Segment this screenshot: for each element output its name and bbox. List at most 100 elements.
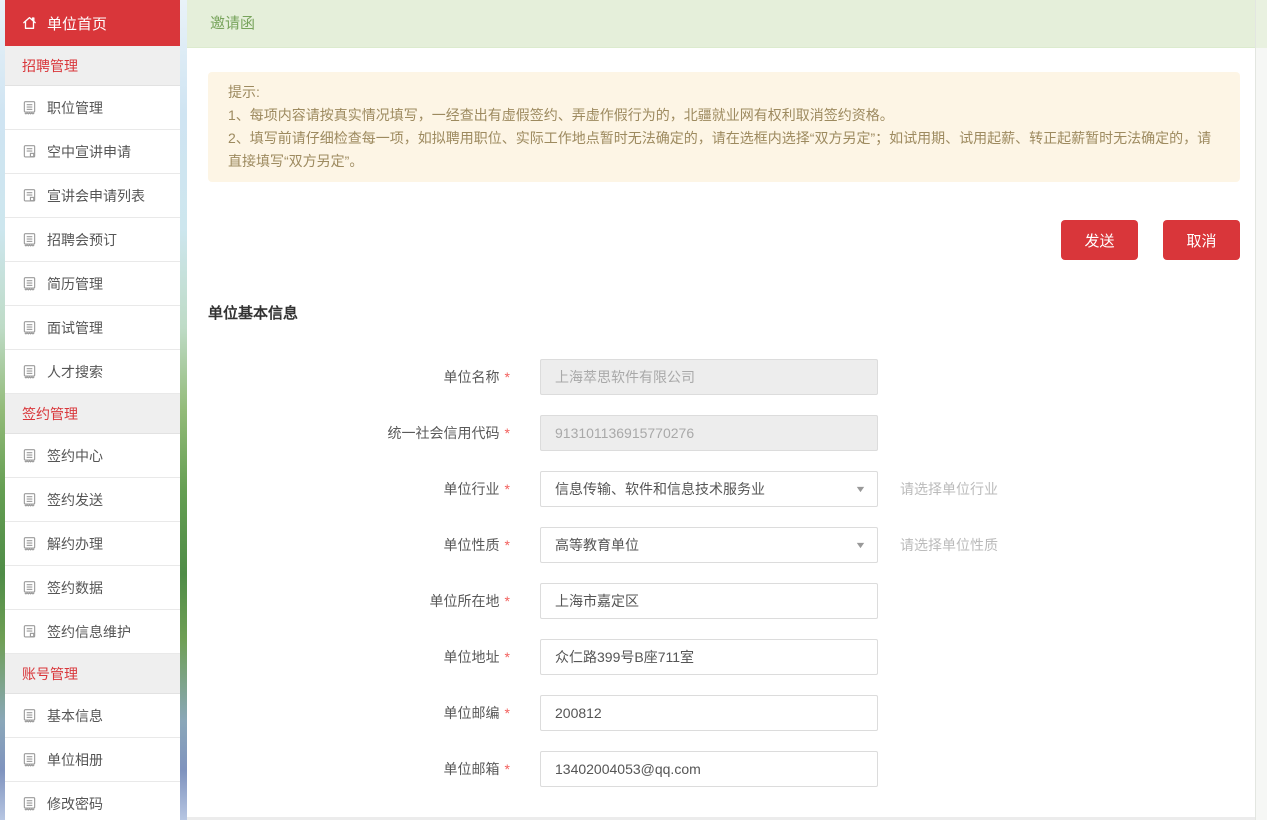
action-bar: 发送 取消 [187,220,1240,260]
sidebar-item-label: 空中宣讲申请 [47,142,131,162]
field-label: 单位所在地* [187,591,510,611]
document-icon [22,320,37,335]
field-label-text: 单位行业 [444,481,500,497]
field-label-text: 单位邮编 [444,705,500,721]
sidebar-item-signing-send[interactable]: 签约发送 [5,478,180,522]
document-icon [22,232,37,247]
required-asterisk: * [505,705,510,721]
section-title-text: 账号管理 [22,664,78,684]
sidebar-item-label: 单位相册 [47,750,103,770]
document-icon [22,536,37,551]
sidebar-item-resume-management[interactable]: 简历管理 [5,262,180,306]
field-label: 单位行业 * [187,479,510,499]
required-asterisk: * [505,649,510,665]
sidebar-item-label: 面试管理 [47,318,103,338]
required-asterisk: * [505,537,510,553]
nature-hint: 请选择单位性质 [900,535,998,555]
notice-title: 提示: [228,81,1216,104]
main-panel: 邀请函 提示: 1、每项内容请按真实情况填写，一经查出有虚假签约、弄虚作假行为的… [187,0,1255,820]
required-asterisk: * [505,481,510,497]
send-button[interactable]: 发送 [1061,220,1138,260]
company-name-input [540,359,878,395]
document-icon [22,752,37,767]
nature-select[interactable]: 高等教育单位 ▼ [540,527,878,563]
sidebar-item-signing-data[interactable]: 签约数据 [5,566,180,610]
field-label-text: 统一社会信用代码 [388,425,500,441]
required-asterisk: * [505,761,510,777]
address-input[interactable] [540,639,878,675]
company-info-form: 单位名称* 统一社会信用代码* 单位行业* 信息传输、软件和信息技术服务业 ▼ … [187,359,1255,787]
form-row-email: 单位邮箱 * [187,751,1255,787]
form-row-nature: 单位性质 * 高等教育单位 ▼ 请选择单位性质 [187,527,1255,563]
sidebar-item-basic-info[interactable]: 基本信息 [5,694,180,738]
field-label: 统一社会信用代码 * [187,423,510,443]
scrollbar-track[interactable] [1255,0,1267,820]
sidebar-item-label: 人才搜索 [47,362,103,382]
sidebar-item-label: 签约信息维护 [47,622,131,642]
document-icon [22,188,37,203]
sidebar-item-interview-management[interactable]: 面试管理 [5,306,180,350]
section-title-text: 签约管理 [22,404,78,424]
section-title-text: 招聘管理 [22,56,78,76]
form-row-company-name: 单位名称 * [187,359,1255,395]
sidebar-item-label: 解约办理 [47,534,103,554]
sidebar-home-button[interactable]: 单位首页 [5,0,180,46]
field-label: 单位性质 * [187,535,510,555]
notice-line-2: 2、填写前请仔细检查每一项，如拟聘用职位、实际工作地点暂时无法确定的，请在选框内… [228,127,1216,173]
document-icon [22,796,37,811]
field-label: 单位名称 * [187,367,510,387]
required-asterisk: * [505,369,510,385]
home-icon [21,15,38,31]
required-asterisk: * [505,593,510,609]
sidebar-item-label: 职位管理 [47,98,103,118]
sidebar-item-signing-info-maintenance[interactable]: 签约信息维护 [5,610,180,654]
sidebar-item-air-presentation-apply[interactable]: 空中宣讲申请 [5,130,180,174]
field-label-text: 单位邮箱 [444,761,500,777]
sidebar-item-signing-center[interactable]: 签约中心 [5,434,180,478]
cancel-button[interactable]: 取消 [1163,220,1240,260]
chevron-down-icon: ▼ [854,484,866,494]
location-input[interactable] [540,583,878,619]
industry-hint: 请选择单位行业 [900,479,998,499]
nature-select-value: 高等教育单位 [555,535,639,555]
sidebar-item-talent-search[interactable]: 人才搜索 [5,350,180,394]
sidebar-section-recruitment: 招聘管理 [5,46,180,86]
document-icon [22,144,37,159]
field-label-text: 单位地址 [444,649,500,665]
document-icon [22,624,37,639]
field-label: 单位地址 * [187,647,510,667]
sidebar-item-termination-handling[interactable]: 解约办理 [5,522,180,566]
sidebar-item-label: 招聘会预订 [47,230,117,250]
field-label-text: 单位名称 [444,369,500,385]
required-asterisk: * [505,425,510,441]
sidebar-item-change-password[interactable]: 修改密码 [5,782,180,820]
chevron-down-icon: ▼ [854,540,866,550]
postcode-input[interactable] [540,695,878,731]
sidebar-item-presentation-apply-list[interactable]: 宣讲会申请列表 [5,174,180,218]
field-label: 单位邮箱 * [187,759,510,779]
industry-select-value: 信息传输、软件和信息技术服务业 [555,479,765,499]
sidebar-item-label: 签约中心 [47,446,103,466]
email-input[interactable] [540,751,878,787]
sidebar-section-signing: 签约管理 [5,394,180,434]
document-icon [22,100,37,115]
form-row-address: 单位地址 * [187,639,1255,675]
page-title: 邀请函 [187,0,1255,48]
field-label-text: 单位性质 [444,537,500,553]
document-icon [22,492,37,507]
sidebar-item-job-management[interactable]: 职位管理 [5,86,180,130]
sidebar-home-label: 单位首页 [47,13,107,34]
form-section-title: 单位基本信息 [208,302,1255,323]
notice-box: 提示: 1、每项内容请按真实情况填写，一经查出有虚假签约、弄虚作假行为的，北疆就… [208,72,1240,182]
document-icon [22,580,37,595]
form-row-postcode: 单位邮编 * [187,695,1255,731]
sidebar-section-account: 账号管理 [5,654,180,694]
industry-select[interactable]: 信息传输、软件和信息技术服务业 ▼ [540,471,878,507]
credit-code-input [540,415,878,451]
field-label: 单位邮编 * [187,703,510,723]
sidebar-item-company-album[interactable]: 单位相册 [5,738,180,782]
form-row-credit-code: 统一社会信用代码 * [187,415,1255,451]
sidebar-item-job-fair-booking[interactable]: 招聘会预订 [5,218,180,262]
notice-line-1: 1、每项内容请按真实情况填写，一经查出有虚假签约、弄虚作假行为的，北疆就业网有权… [228,104,1216,127]
sidebar-item-label: 宣讲会申请列表 [47,186,145,206]
